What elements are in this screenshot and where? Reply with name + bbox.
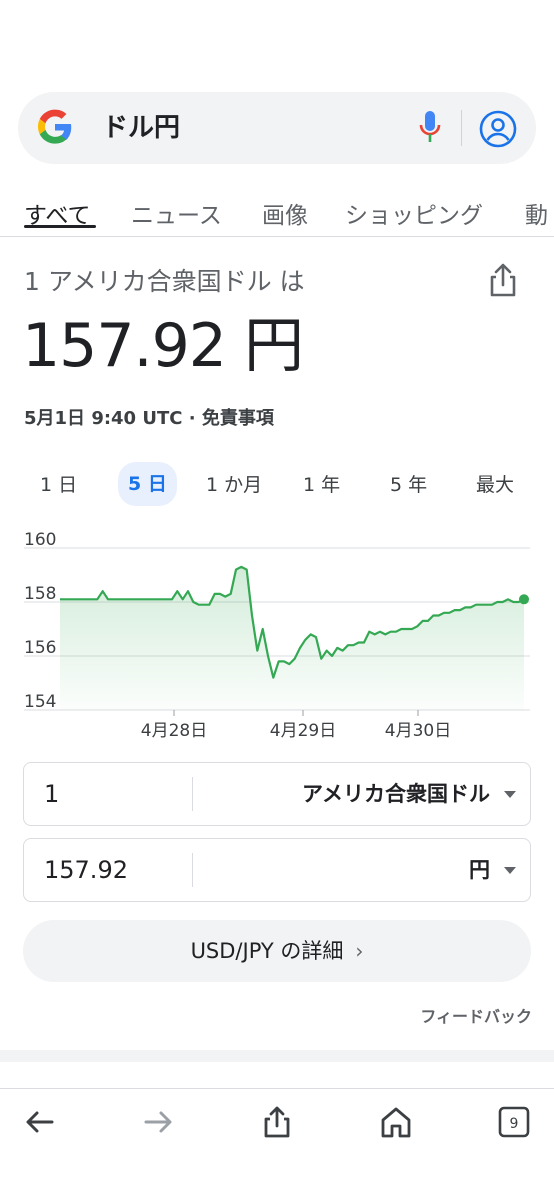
search-tabs: すべて ニュース 画像 ショッピング 動	[0, 190, 554, 238]
tabs-count-icon[interactable]: 9	[496, 1104, 532, 1140]
google-logo-icon	[37, 109, 72, 144]
tab-images[interactable]: 画像	[262, 196, 308, 230]
tab-news[interactable]: ニュース	[131, 196, 222, 230]
back-arrow-icon[interactable]	[22, 1104, 58, 1140]
range-max[interactable]: 最大	[476, 470, 514, 500]
exchange-rate-chart[interactable]: 160 158 156 154 4月28日 4月29日 4月30日	[0, 530, 554, 750]
range-5y[interactable]: 5 年	[390, 470, 427, 500]
section-gap	[0, 1050, 554, 1062]
home-icon[interactable]	[378, 1104, 414, 1140]
microphone-icon[interactable]	[416, 109, 444, 147]
share-icon[interactable]	[488, 262, 518, 298]
to-currency-select[interactable]: 円	[469, 839, 490, 901]
account-icon[interactable]	[478, 109, 518, 149]
chart-x-tick-label: 4月28日	[141, 721, 207, 741]
range-1d[interactable]: 1 日	[40, 470, 77, 500]
from-amount-input[interactable]: 1	[44, 763, 59, 825]
from-currency-select[interactable]: アメリカ合衆国ドル	[302, 763, 490, 825]
active-tab-indicator	[24, 225, 96, 228]
dropdown-arrow-icon[interactable]	[504, 791, 516, 798]
dropdown-arrow-icon[interactable]	[504, 867, 516, 874]
range-1y[interactable]: 1 年	[303, 470, 340, 500]
chart-y-tick-label: 154	[24, 692, 56, 712]
chart-x-tick-label: 4月29日	[270, 721, 336, 741]
forward-arrow-icon[interactable]	[140, 1104, 176, 1140]
field-separator	[192, 777, 193, 811]
chart-y-tick-label: 160	[24, 530, 56, 550]
chart-y-tick-label: 156	[24, 638, 56, 658]
bottom-bar-divider	[0, 1088, 554, 1089]
chart-y-tick-label: 158	[24, 584, 56, 604]
tabs-count: 9	[510, 1116, 519, 1132]
field-separator	[192, 853, 193, 887]
to-amount-input[interactable]: 157.92	[44, 839, 128, 901]
conversion-result: 157.92 円	[22, 311, 304, 381]
details-button-label: USD/JPY の詳細	[190, 939, 344, 963]
tabs-divider	[0, 236, 554, 237]
chart-x-tick-label: 4月30日	[385, 721, 451, 741]
usd-jpy-details-button[interactable]: USD/JPY の詳細 ›	[23, 920, 531, 982]
search-query[interactable]: ドル円	[102, 110, 180, 146]
range-5d[interactable]: 5 日	[118, 462, 177, 506]
tab-videos[interactable]: 動	[525, 196, 548, 230]
tab-shopping[interactable]: ショッピング	[345, 196, 483, 230]
chart-area-fill	[60, 566, 524, 710]
search-bar[interactable]: ドル円	[18, 92, 536, 164]
to-currency-field: 157.92 円	[23, 838, 531, 902]
page: ドル円 すべて ニュース 画像 ショッピング 動 1 アメリカ合衆国ドル は 1…	[0, 0, 554, 1200]
from-currency-field: 1 アメリカ合衆国ドル	[23, 762, 531, 826]
share-bottom-icon[interactable]	[259, 1104, 295, 1140]
chart-last-point	[519, 594, 529, 605]
chevron-right-icon: ›	[355, 939, 364, 963]
range-1m[interactable]: 1 か月	[206, 470, 262, 500]
search-bar-separator	[461, 110, 462, 146]
conversion-timestamp: 5月1日 9:40 UTC · 免責事項	[24, 408, 274, 429]
conversion-from-label: 1 アメリカ合衆国ドル は	[24, 267, 305, 296]
feedback-link[interactable]: フィードバック	[420, 1003, 532, 1027]
